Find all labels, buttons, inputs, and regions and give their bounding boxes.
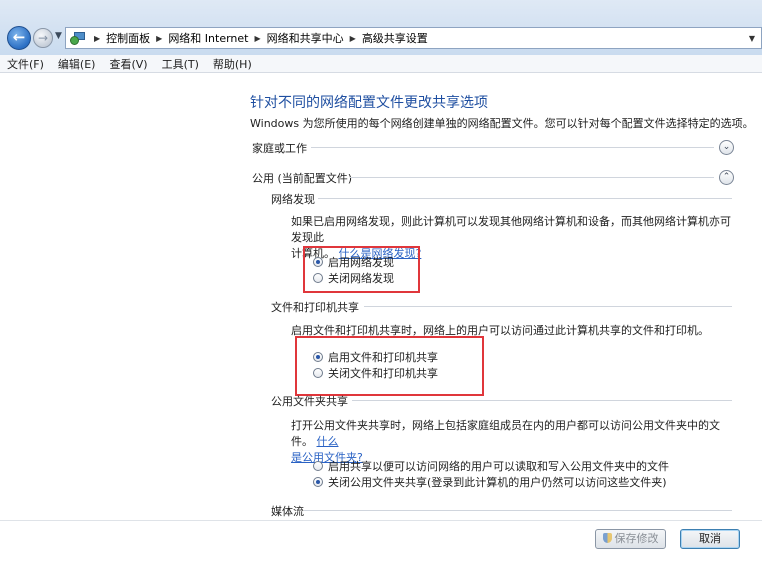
- breadcrumb-control-panel[interactable]: 控制面板: [106, 30, 150, 46]
- radio-label: 启用共享以便可以访问网络的用户可以读取和写入公用文件夹中的文件: [328, 460, 669, 473]
- divider: [350, 177, 714, 178]
- menu-edit[interactable]: 编辑(E): [58, 56, 96, 72]
- breadcrumb-advanced-sharing[interactable]: 高级共享设置: [362, 30, 428, 46]
- divider: [318, 198, 732, 199]
- network-icon: [70, 30, 88, 46]
- profile-home-work[interactable]: 家庭或工作: [252, 140, 307, 156]
- breadcrumb-network-internet[interactable]: 网络和 Internet: [168, 30, 248, 46]
- collapse-chevron-icon[interactable]: ⌃: [719, 170, 734, 185]
- file-printer-heading: 文件和打印机共享: [271, 301, 359, 314]
- back-button[interactable]: ←: [7, 26, 31, 50]
- public-folder-text-1: 打开公用文件夹共享时，网络上包括家庭组成员在内的用户都可以访问公用文件夹中的文件…: [291, 419, 720, 448]
- media-streaming-heading: 媒体流: [271, 505, 304, 518]
- page-title: 针对不同的网络配置文件更改共享选项: [250, 95, 488, 111]
- radio-label: 关闭公用文件夹共享(登录到此计算机的用户仍然可以访问这些文件夹): [328, 476, 667, 489]
- divider: [311, 147, 714, 148]
- menu-help[interactable]: 帮助(H): [213, 56, 252, 72]
- divider: [304, 510, 732, 511]
- chevron-right-icon[interactable]: ▶: [255, 34, 261, 43]
- radio-public-folder-off[interactable]: 关闭公用文件夹共享(登录到此计算机的用户仍然可以访问这些文件夹): [313, 474, 667, 490]
- network-discovery-heading: 网络发现: [271, 193, 315, 206]
- menu-bar: 文件(F) 编辑(E) 查看(V) 工具(T) 帮助(H): [0, 55, 762, 73]
- save-label: 保存修改: [614, 532, 659, 545]
- highlight-box: [303, 246, 420, 293]
- chevron-right-icon[interactable]: ▶: [94, 34, 100, 43]
- main-content: 针对不同的网络配置文件更改共享选项 Windows 为您所使用的每个网络创建单独…: [0, 74, 762, 520]
- breadcrumb: ▶ 控制面板 ▶ 网络和 Internet ▶ 网络和共享中心 ▶ 高级共享设置: [88, 28, 428, 48]
- chevron-right-icon[interactable]: ▶: [156, 34, 162, 43]
- button-bar: 保存修改 取消: [0, 520, 762, 563]
- breadcrumb-network-sharing-center[interactable]: 网络和共享中心: [267, 30, 344, 46]
- uac-shield-icon: [602, 533, 612, 543]
- cancel-button[interactable]: 取消: [680, 529, 740, 549]
- expand-chevron-icon[interactable]: ⌄: [719, 140, 734, 155]
- address-bar[interactable]: ▶ 控制面板 ▶ 网络和 Internet ▶ 网络和共享中心 ▶ 高级共享设置…: [65, 27, 762, 49]
- network-discovery-text-1: 如果已启用网络发现，则此计算机可以发现其他网络计算机和设备，而其他网络计算机亦可…: [291, 215, 731, 244]
- divider: [352, 400, 732, 401]
- navigation-bar: ← → ▼ ▶ 控制面板 ▶ 网络和 Internet ▶ 网络和共享中心 ▶ …: [0, 0, 762, 55]
- address-dropdown-icon[interactable]: ▼: [749, 34, 755, 43]
- save-changes-button[interactable]: 保存修改: [595, 529, 666, 549]
- forward-button[interactable]: →: [33, 28, 53, 48]
- chevron-right-icon[interactable]: ▶: [350, 34, 356, 43]
- radio-public-folder-on[interactable]: 启用共享以便可以访问网络的用户可以读取和写入公用文件夹中的文件: [313, 458, 669, 474]
- highlight-box: [295, 336, 484, 396]
- divider: [364, 306, 732, 307]
- recent-pages-dropdown[interactable]: ▼: [55, 31, 62, 41]
- profile-public[interactable]: 公用 (当前配置文件): [252, 170, 352, 186]
- page-description: Windows 为您所使用的每个网络创建单独的网络配置文件。您可以针对每个配置文…: [250, 117, 754, 130]
- public-folder-heading: 公用文件夹共享: [271, 395, 348, 408]
- menu-tools[interactable]: 工具(T): [162, 56, 199, 72]
- radio-unselected[interactable]: [313, 461, 323, 471]
- menu-view[interactable]: 查看(V): [109, 56, 147, 72]
- menu-file[interactable]: 文件(F): [7, 56, 44, 72]
- radio-selected[interactable]: [313, 477, 323, 487]
- public-folder-help-link-a[interactable]: 什么: [317, 435, 339, 448]
